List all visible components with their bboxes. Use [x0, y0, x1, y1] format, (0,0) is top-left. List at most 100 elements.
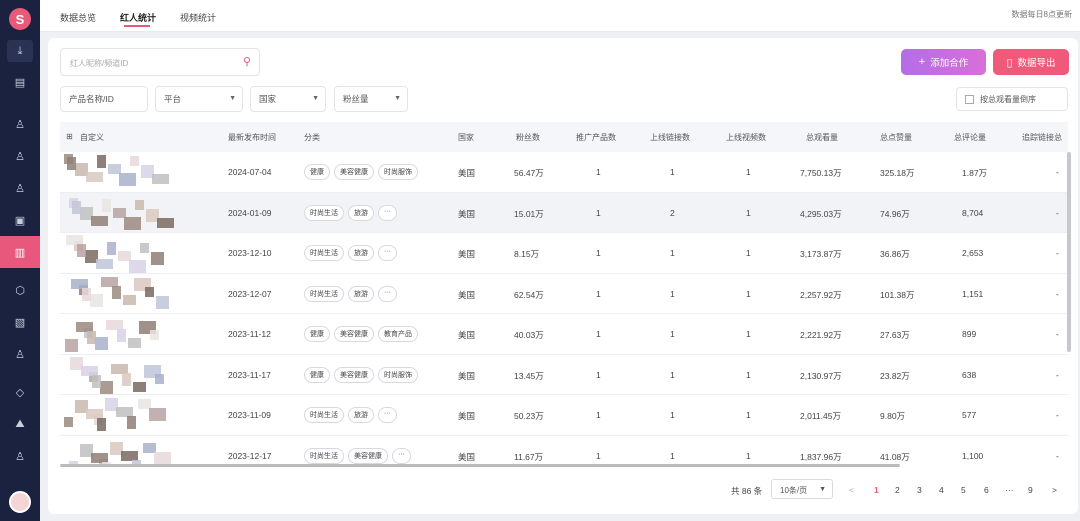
- header-country: 国家: [458, 133, 474, 142]
- page-1[interactable]: 1: [874, 485, 879, 495]
- creator-avatar-blurred[interactable]: [64, 316, 176, 353]
- cell-likes: 9.80万: [880, 411, 906, 421]
- search-placeholder: 红人昵称/频道ID: [70, 59, 129, 68]
- product-filter[interactable]: 产品名称/ID: [60, 86, 148, 112]
- cell-views: 2,221.92万: [800, 330, 842, 340]
- profile-icon[interactable]: ♙: [0, 440, 40, 472]
- cell-likes: 325.18万: [880, 168, 915, 178]
- chevron-down-icon: ▼: [229, 95, 236, 102]
- category-tag[interactable]: ···: [378, 407, 397, 423]
- cell-date: 2023-12-07: [228, 288, 272, 299]
- download-icon[interactable]: ⤓: [7, 40, 33, 62]
- avatar[interactable]: [9, 491, 31, 513]
- creator-avatar-blurred[interactable]: [64, 195, 176, 232]
- cell-links: 1: [670, 288, 675, 299]
- cell-fans: 15.01万: [514, 208, 544, 219]
- page-size-select[interactable]: 10条/页 ▼: [771, 479, 833, 499]
- cell-likes: 41.08万: [880, 451, 910, 462]
- page-2[interactable]: 2: [895, 485, 900, 495]
- category-tags: 健康 美容健康 教育产品: [304, 326, 418, 342]
- page-9[interactable]: 9: [1028, 485, 1033, 495]
- page-6[interactable]: 6: [984, 485, 989, 495]
- prev-page-button[interactable]: <: [849, 485, 854, 495]
- category-tag: 美容健康: [334, 366, 374, 383]
- category-tag[interactable]: ···: [378, 204, 397, 221]
- creator-avatar-blurred[interactable]: [64, 276, 176, 313]
- page-5[interactable]: 5: [961, 485, 966, 495]
- table-row[interactable]: 时尚生活 旅游 ··· 2023-12-07 美国 62.54万 1 1 1 2,257.92万 1…: [60, 274, 1068, 314]
- sort-checkbox[interactable]: [965, 94, 974, 104]
- table-row[interactable]: 时尚生活 旅游 ··· 2023-12-10 美国 8.15万 1 1 1 3,173.87万 36…: [60, 233, 1068, 274]
- search-icon[interactable]: ⚲: [243, 55, 251, 68]
- wallet-icon[interactable]: ▣: [0, 204, 40, 236]
- search-input[interactable]: 红人昵称/频道ID ⚲: [60, 48, 260, 76]
- category-tag[interactable]: ···: [378, 245, 397, 261]
- creator-avatar-blurred[interactable]: [64, 438, 176, 464]
- country-select[interactable]: 国家 ▼: [250, 86, 326, 112]
- creator-avatar-blurred[interactable]: [64, 397, 176, 434]
- next-page-button[interactable]: >: [1052, 485, 1057, 495]
- platform-select[interactable]: 平台 ▼: [155, 86, 243, 112]
- category-tags: 时尚生活 旅游 ···: [304, 245, 397, 261]
- cell-comments: 1,151: [962, 288, 984, 299]
- chart-mountain-icon[interactable]: ⛰: [0, 408, 40, 440]
- columns-config-icon[interactable]: ⊞: [66, 132, 73, 141]
- header-views: 总观看量: [806, 133, 838, 142]
- cell-products: 1: [596, 207, 601, 218]
- cell-track: -: [1056, 248, 1059, 258]
- creator-table: ⊞ 自定义 最新发布时间 分类 国家 粉丝数 推广产品数 上线链接数 上线视频数…: [60, 122, 1068, 464]
- table-row[interactable]: 时尚生活 旅游 ··· 2023-11-09 美国 50.23万 1 1 1 2,011.45万 9…: [60, 395, 1068, 436]
- category-tag[interactable]: ···: [392, 447, 411, 464]
- creator-avatar-blurred[interactable]: [64, 154, 176, 191]
- category-tags: 时尚生活 旅游 ···: [304, 204, 397, 221]
- person-upload-icon[interactable]: ♙: [0, 338, 40, 370]
- creator-avatar-blurred[interactable]: [64, 235, 176, 273]
- cell-videos: 1: [746, 410, 751, 420]
- cell-fans: 40.03万: [514, 330, 544, 340]
- table-row[interactable]: 时尚生活 旅游 ··· 2024-01-09 美国 15.01万 1 2 1 4,295.03万 7…: [60, 192, 1068, 233]
- horizontal-scrollbar[interactable]: [60, 464, 900, 467]
- tab-overview[interactable]: 数据总览: [60, 11, 96, 24]
- cell-date: 2023-11-17: [228, 369, 271, 380]
- header-comments: 总评论量: [954, 133, 986, 142]
- diamond-icon[interactable]: ◇: [0, 376, 40, 408]
- export-data-button[interactable]: ▯ 数据导出: [993, 49, 1069, 75]
- cell-links: 1: [670, 450, 675, 461]
- cell-views: 3,173.87万: [800, 249, 842, 259]
- fans-select[interactable]: 粉丝量 ▼: [334, 86, 408, 112]
- cell-country: 美国: [458, 451, 476, 462]
- cell-track: -: [1056, 288, 1059, 299]
- add-cooperation-button[interactable]: + 添加合作: [901, 49, 986, 75]
- cell-links: 1: [670, 329, 675, 339]
- user-star-icon[interactable]: ♙: [0, 172, 40, 204]
- table-row[interactable]: 健康 美容健康 时尚服饰 2024-07-04 美国 56.47万 1 1 1 7,750.13万…: [60, 152, 1068, 193]
- box-icon[interactable]: ⬡: [0, 274, 40, 306]
- sort-by-views-toggle[interactable]: 按总观看量倒序: [956, 87, 1068, 111]
- gallery-icon[interactable]: ▧: [0, 306, 40, 338]
- cell-track: -: [1056, 369, 1059, 380]
- cell-videos: 1: [746, 329, 751, 339]
- cell-links: 1: [670, 410, 675, 420]
- page-3[interactable]: 3: [917, 485, 922, 495]
- cell-fans: 11.67万: [514, 451, 544, 462]
- tab-creator-stats[interactable]: 红人统计: [120, 11, 156, 24]
- creator-stats-icon[interactable]: ▥: [0, 236, 40, 268]
- table-row[interactable]: 健康 美容健康 教育产品 2023-11-12 美国 40.03万 1 1 1 2,221.92万…: [60, 314, 1068, 355]
- pagination-total: 共 86 条: [731, 486, 763, 496]
- users-icon[interactable]: ♙: [0, 140, 40, 172]
- header-custom[interactable]: 自定义: [80, 132, 104, 143]
- page-4[interactable]: 4: [939, 485, 944, 495]
- table-row[interactable]: 健康 美容健康 时尚服饰 2023-11-17 美国 13.45万 1 1 1 2,130.97万…: [60, 355, 1068, 395]
- category-tag[interactable]: ···: [378, 285, 397, 302]
- cell-products: 1: [596, 167, 601, 177]
- top-tabs: 数据总览 红人统计 视频统计 数据每日8点更新: [40, 0, 1080, 32]
- cell-videos: 1: [746, 207, 751, 218]
- tab-video-stats[interactable]: 视频统计: [180, 11, 216, 24]
- vertical-scrollbar[interactable]: [1067, 152, 1071, 352]
- report-icon[interactable]: ▤: [0, 66, 40, 98]
- creator-avatar-blurred[interactable]: [64, 356, 176, 394]
- category-tag: 时尚生活: [304, 285, 344, 302]
- user-icon[interactable]: ♙: [0, 108, 40, 140]
- page-ellipsis[interactable]: ···: [1005, 485, 1014, 495]
- table-row[interactable]: 时尚生活 美容健康 ··· 2023-12-17 美国 11.67万 1 1 1 1,837.96…: [60, 436, 1068, 464]
